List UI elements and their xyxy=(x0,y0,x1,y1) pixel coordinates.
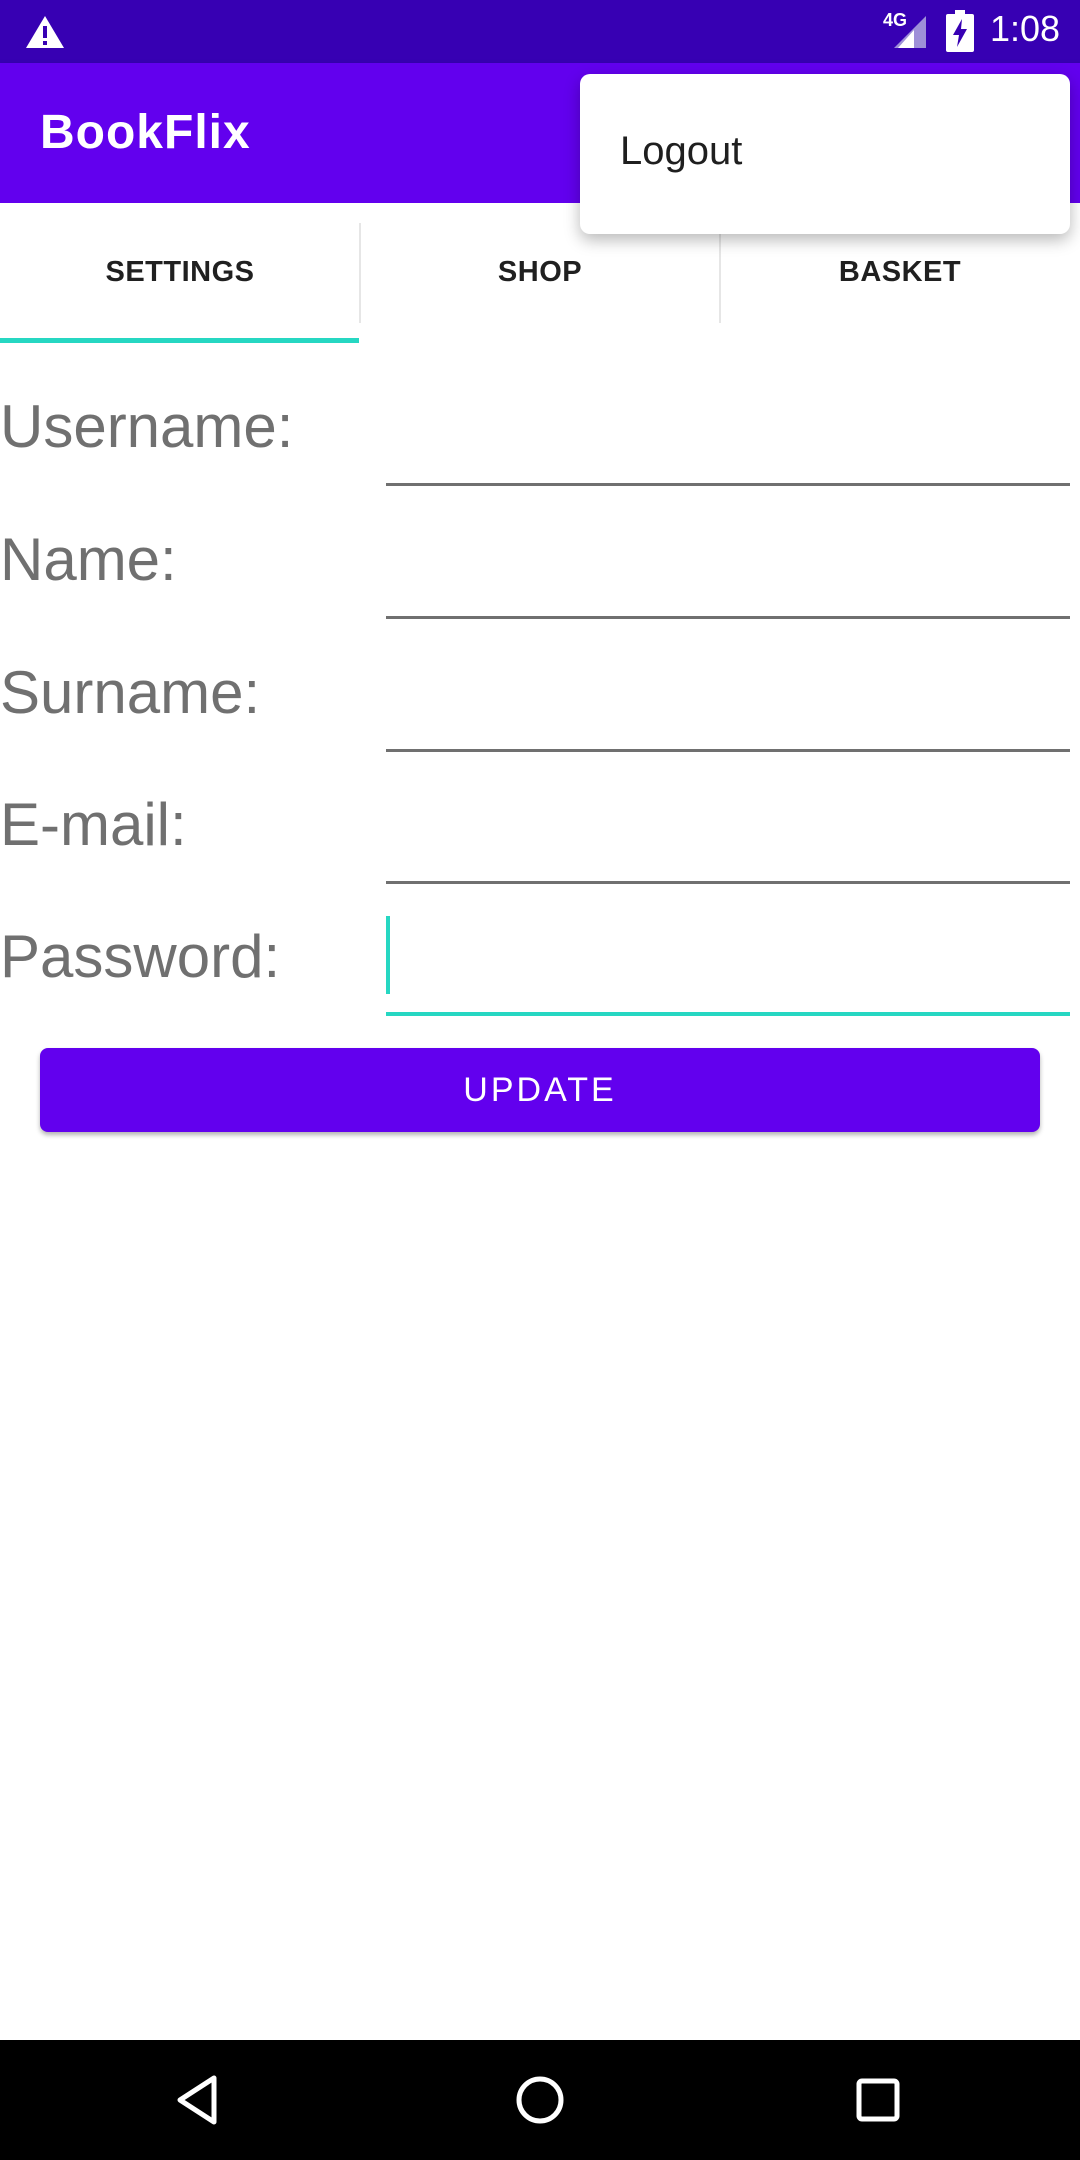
name-row: Name: xyxy=(0,503,1080,633)
email-label: E-mail: xyxy=(0,791,187,858)
back-icon[interactable] xyxy=(168,2068,232,2132)
status-bar: 4G 1:08 xyxy=(0,0,1080,63)
app-title: BookFlix xyxy=(40,106,251,159)
name-label: Name: xyxy=(0,526,177,593)
tab-indicator xyxy=(0,338,359,343)
username-row: Username: xyxy=(0,370,1080,500)
surname-label: Surname: xyxy=(0,659,261,726)
password-row: Password: xyxy=(0,900,1080,1030)
overflow-menu: Logout xyxy=(580,74,1070,234)
tab-settings[interactable]: SETTINGS xyxy=(0,203,360,341)
tab-divider xyxy=(359,223,361,323)
email-row: E-mail: xyxy=(0,768,1080,898)
home-icon[interactable] xyxy=(508,2068,572,2132)
recent-apps-icon[interactable] xyxy=(846,2068,910,2132)
username-field[interactable] xyxy=(386,380,1070,486)
password-field[interactable] xyxy=(386,910,1070,1016)
signal-icon xyxy=(894,16,926,48)
password-label: Password: xyxy=(0,923,281,990)
surname-field[interactable] xyxy=(386,646,1070,752)
surname-row: Surname: xyxy=(0,636,1080,766)
email-field[interactable] xyxy=(386,778,1070,884)
tab-divider xyxy=(719,223,721,323)
username-label: Username: xyxy=(0,393,294,460)
menu-item-logout[interactable]: Logout xyxy=(620,129,742,174)
name-field[interactable] xyxy=(386,513,1070,619)
warning-icon xyxy=(26,16,64,48)
text-cursor xyxy=(386,916,390,994)
battery-charging-icon xyxy=(946,10,974,52)
update-button[interactable]: UPDATE xyxy=(40,1048,1040,1132)
clock: 1:08 xyxy=(990,8,1061,49)
navigation-bar xyxy=(0,2040,1080,2160)
